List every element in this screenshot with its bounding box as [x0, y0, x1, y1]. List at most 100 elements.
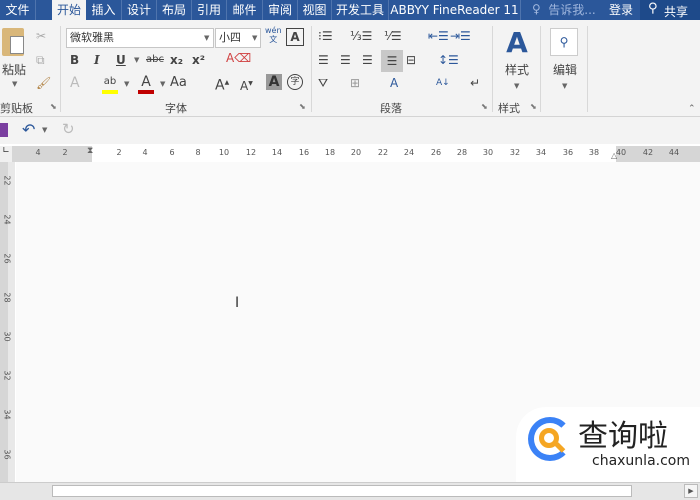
collapse-ribbon-icon[interactable]: ⌃ [688, 104, 696, 114]
font-launcher-icon[interactable]: ⬊ [299, 102, 306, 111]
tab-insert[interactable]: 插入 [86, 0, 122, 20]
vertical-ruler[interactable]: 22 24 26 28 30 32 34 36 [0, 162, 15, 482]
lightbulb-icon: ♀ [532, 2, 541, 16]
login-button[interactable]: 登录 [604, 0, 638, 20]
paste-button[interactable]: 粘贴 [0, 62, 28, 78]
phonetic-guide-button[interactable]: wén 文 [265, 26, 282, 44]
numbering-button[interactable]: ⅓☰ [350, 28, 372, 44]
ruler-tick-label: 24 [403, 148, 415, 157]
line-spacing-button[interactable]: ↕☰ [438, 52, 459, 68]
sort-button[interactable]: A↓ [436, 75, 450, 91]
align-right-button[interactable]: ☰ [362, 52, 373, 68]
ruler-tick-label: 24 [2, 214, 12, 225]
font-color-button[interactable]: A [138, 74, 154, 94]
ruler-tick-label: 22 [377, 148, 389, 157]
subscript-button[interactable]: x₂ [170, 52, 183, 68]
ruler-tick-label: 28 [456, 148, 468, 157]
horizontal-scrollbar[interactable]: ▶ [0, 482, 700, 500]
tab-references[interactable]: 引用 [192, 0, 227, 20]
bold-button[interactable]: B [70, 52, 79, 68]
styles-icon[interactable]: A [502, 26, 532, 60]
tab-home[interactable]: 开始 [52, 0, 86, 20]
ruler-tick-label: 2 [62, 148, 68, 157]
indent-marker[interactable]: ⧗ [87, 146, 93, 156]
underline-button[interactable]: U [116, 52, 126, 68]
font-group-label: 字体 [165, 102, 187, 115]
ruler-tick-label: 26 [2, 253, 12, 264]
italic-button[interactable]: I [94, 52, 100, 68]
tab-mailings[interactable]: 邮件 [227, 0, 263, 20]
align-left-button[interactable]: ☰ [318, 52, 329, 68]
ruler-tick-label: 36 [562, 148, 574, 157]
ruler-tick-label: 2 [116, 148, 122, 157]
clipboard-launcher-icon[interactable]: ⬊ [50, 102, 57, 111]
ruler-tick-label: 30 [2, 331, 12, 342]
tab-view[interactable]: 视图 [298, 0, 332, 20]
tab-abbyy[interactable]: ABBYY FineReader 11 [389, 0, 521, 20]
strikethrough-button[interactable]: abc [146, 52, 164, 68]
tab-selector[interactable]: ∟ [0, 146, 12, 162]
ruler-tick-label: 8 [195, 148, 201, 157]
i-beam-cursor-icon: I [235, 295, 240, 311]
font-name-select[interactable]: 微软雅黑 [66, 28, 214, 48]
scrollbar-thumb[interactable] [52, 485, 632, 497]
grow-font-button[interactable]: A▲ [215, 75, 229, 94]
text-effects-button[interactable]: A [70, 75, 80, 91]
ruler-tick-label: 4 [35, 148, 41, 157]
center-button[interactable]: ☰ [340, 52, 351, 68]
cut-icon[interactable]: ✂ [36, 28, 46, 44]
scroll-right-arrow-icon[interactable]: ▶ [684, 484, 698, 498]
highlight-color-button[interactable]: ab [102, 74, 118, 94]
format-painter-icon[interactable]: 🖌 [36, 75, 51, 91]
shrink-font-button[interactable]: A▼ [240, 76, 253, 94]
paste-icon[interactable] [2, 28, 24, 56]
asian-layout-button[interactable]: A [390, 75, 398, 91]
bullets-button[interactable]: ⁝☰ [318, 28, 333, 44]
ruler-tick-label: 22 [2, 175, 12, 186]
styles-button[interactable]: 样式 [502, 62, 532, 78]
ruler-tick-label: 32 [2, 370, 12, 381]
ruler-tick-label: 20 [350, 148, 362, 157]
borders-button[interactable]: ⊞ [350, 75, 360, 91]
undo-dropdown-icon[interactable]: ▼ [42, 126, 47, 134]
clear-formatting-icon[interactable]: A⌫ [226, 50, 251, 66]
undo-icon[interactable]: ↶ [22, 120, 35, 139]
character-border-button[interactable]: A [286, 28, 304, 46]
editing-button[interactable]: 编辑 [550, 62, 580, 78]
share-button[interactable]: ⚲ 共享 [640, 0, 700, 20]
copy-icon[interactable]: ⧉ [36, 52, 45, 68]
change-case-button[interactable]: Aa [170, 75, 187, 91]
multilevel-list-button[interactable]: ⅟☰ [384, 28, 402, 44]
ruler-tick-label: 32 [509, 148, 521, 157]
character-shading-button[interactable]: A [266, 74, 282, 90]
styles-launcher-icon[interactable]: ⬊ [530, 102, 537, 111]
tab-developer[interactable]: 开发工具 [332, 0, 389, 20]
redo-icon[interactable]: ↻ [62, 120, 75, 138]
search-icon[interactable]: ⚲ [550, 28, 578, 56]
decrease-indent-button[interactable]: ⇤☰ [428, 28, 449, 44]
save-icon[interactable] [0, 123, 8, 137]
tab-review[interactable]: 审阅 [263, 0, 298, 20]
paragraph-launcher-icon[interactable]: ⬊ [481, 102, 488, 111]
ruler-tick-label: 26 [430, 148, 442, 157]
enclose-characters-button[interactable]: 字 [287, 74, 303, 90]
ruler-tick-label: 38 [588, 148, 600, 157]
tab-layout[interactable]: 布局 [157, 0, 192, 20]
ruler-tick-label: 42 [642, 148, 654, 157]
increase-indent-button[interactable]: ⇥☰ [450, 28, 471, 44]
tell-me-input[interactable]: 告诉我... [546, 0, 598, 20]
tab-design[interactable]: 设计 [122, 0, 157, 20]
tab-file[interactable]: 文件 [0, 0, 36, 20]
show-marks-button[interactable]: ↵ [470, 75, 480, 91]
ruler-tick-label: 34 [535, 148, 547, 157]
shading-button[interactable]: ⛛ [318, 75, 328, 91]
justify-button[interactable]: ☰ [381, 50, 403, 72]
superscript-button[interactable]: x² [192, 52, 205, 68]
ruler-tick-label: 40 [615, 148, 627, 157]
horizontal-ruler[interactable]: ∟ 4 2 ⧗ 2 4 6 8 10 12 14 16 18 20 22 24 … [0, 146, 700, 162]
paragraph-group-label: 段落 [380, 102, 402, 115]
distributed-button[interactable]: ⊟ [406, 52, 416, 68]
ruler-tick-label: 44 [668, 148, 680, 157]
document-page[interactable]: I 查询啦 chaxunla.com [16, 162, 700, 482]
ribbon: 粘贴 ▼ ✂ ⧉ 🖌 剪贴板 ⬊ 微软雅黑 ▼ 小四 ▼ wén 文 A B I… [0, 20, 700, 117]
